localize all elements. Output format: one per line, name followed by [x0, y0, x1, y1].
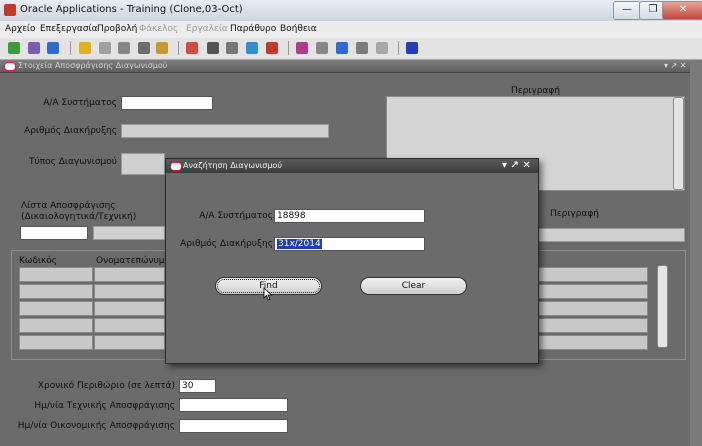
opening-list-field[interactable] [20, 226, 88, 240]
oracle-logo-icon [170, 162, 182, 171]
open-icon[interactable] [28, 42, 40, 54]
new-icon[interactable] [8, 42, 20, 54]
menu-tools[interactable]: Εργαλεία [186, 24, 228, 34]
toolbar [0, 38, 702, 60]
copy-icon[interactable] [207, 42, 219, 54]
description-cell[interactable] [538, 284, 648, 299]
toolbar-separator [398, 41, 399, 55]
menu-bar: Αρχείο Επεξεργασία Προβολή Φάκελος Εργαλ… [0, 21, 702, 39]
form-window-controls[interactable]: ▾ ↗ ✕ [664, 61, 687, 70]
name-column-header: Ονοματεπώνυμο [96, 256, 170, 266]
members-scrollbar[interactable] [657, 265, 668, 348]
system-id-label: Α/Α Συστήματος [43, 98, 117, 108]
code-cell[interactable] [19, 318, 93, 333]
save-proceed-icon[interactable] [138, 42, 150, 54]
form-scroll-area [690, 60, 702, 446]
help-icon[interactable] [406, 42, 418, 54]
name-cell[interactable] [94, 267, 165, 282]
window-title-bar: Oracle Applications - Training (Clone,03… [0, 0, 702, 22]
system-id-field[interactable] [121, 96, 213, 110]
name-cell[interactable] [94, 301, 165, 316]
name-cell[interactable] [94, 284, 165, 299]
menu-file[interactable]: Αρχείο [5, 24, 36, 34]
description-cell[interactable] [538, 318, 648, 333]
menu-window[interactable]: Παράθυρο [230, 24, 276, 34]
toolbar-separator [288, 41, 289, 55]
opening-list-label-line2: (Δικαιολογητικά/Τεχνική) [21, 212, 137, 222]
translations-icon[interactable] [336, 42, 348, 54]
paste-icon[interactable] [226, 42, 238, 54]
name-cell[interactable] [94, 335, 165, 350]
folder-tools-icon[interactable] [376, 42, 388, 54]
dialog-system-id-field[interactable]: 18898 [274, 209, 425, 223]
announcement-field[interactable] [121, 124, 329, 138]
dialog-window-controls[interactable]: ▾ ↗ ✕ [502, 160, 531, 171]
form-title: Στοιχεία Αποσφράγισης Διαγωνισμού [18, 61, 168, 70]
oracle-logo-icon [4, 62, 16, 71]
opening-list-desc-field[interactable] [93, 226, 165, 240]
description-cell[interactable] [538, 335, 648, 350]
toolbar-separator [70, 41, 71, 55]
oracle-app-icon [4, 4, 16, 16]
tech-opening-date-field[interactable] [179, 398, 288, 412]
search-dialog: Αναζήτηση Διαγωνισμού ▾ ↗ ✕ Α/Α Συστήματ… [165, 158, 539, 364]
time-margin-field[interactable]: 30 [179, 379, 216, 393]
menu-view[interactable]: Προβολή [97, 24, 137, 34]
description-scrollbar[interactable] [673, 97, 684, 190]
mouse-cursor-icon [263, 287, 273, 301]
attachments-icon[interactable] [356, 42, 368, 54]
code-cell[interactable] [19, 301, 93, 316]
tender-type-field[interactable] [121, 153, 165, 175]
cut-icon[interactable] [186, 42, 198, 54]
minimize-button[interactable]: — [613, 1, 641, 20]
window-title: Oracle Applications - Training (Clone,03… [20, 4, 243, 15]
zoom-icon[interactable] [156, 42, 168, 54]
print-icon[interactable] [99, 42, 111, 54]
announcement-label: Αριθμός Διακήρυξης [24, 126, 117, 136]
dialog-announcement-field[interactable]: 31x/2014 [274, 237, 425, 251]
toolbar-separator [178, 41, 179, 55]
close-form-icon[interactable] [118, 42, 130, 54]
zoom-record-icon[interactable] [316, 42, 328, 54]
code-column-header: Κωδικός [19, 256, 58, 266]
dialog-system-id-label: Α/Α Συστήματος [199, 211, 273, 221]
opening-list-label-line1: Λίστα Αποσφράγισης [21, 201, 116, 211]
edit-field-icon[interactable] [296, 42, 308, 54]
delete-record-icon[interactable] [266, 42, 278, 54]
save-icon[interactable] [47, 42, 59, 54]
dialog-title: Αναζήτηση Διαγωνισμού [183, 161, 282, 170]
form-header: Στοιχεία Αποσφράγισης Διαγωνισμού ▾ ↗ ✕ [0, 60, 690, 73]
menu-help[interactable]: Βοήθεια [280, 24, 317, 34]
description-cell[interactable] [538, 301, 648, 316]
navigator-icon[interactable] [79, 42, 91, 54]
description-label-2: Περιγραφή [550, 209, 600, 219]
time-margin-label: Χρονικό Περιθώριο (σε λεπτά) [37, 381, 175, 391]
fin-opening-date-field[interactable] [179, 419, 288, 433]
tender-type-label: Τύπος Διαγωνισμού [29, 157, 117, 167]
code-cell[interactable] [19, 335, 93, 350]
name-cell[interactable] [94, 318, 165, 333]
close-window-button[interactable]: ✕ [662, 1, 702, 20]
fin-opening-date-label: Ημ/νία Οικονομικής Αποσφράγισης [17, 421, 175, 431]
announcement-selected-text: 31x/2014 [277, 239, 322, 249]
tech-opening-date-label: Ημ/νία Τεχνικής Αποσφράγισης [34, 401, 175, 411]
menu-edit[interactable]: Επεξεργασία [40, 24, 98, 34]
dialog-title-bar: Αναζήτηση Διαγωνισμού ▾ ↗ ✕ [166, 159, 538, 173]
menu-folder[interactable]: Φάκελος [139, 24, 178, 34]
clear-button[interactable]: Clear [360, 277, 467, 295]
code-cell[interactable] [19, 267, 93, 282]
description-field-2[interactable] [538, 228, 685, 242]
description-label: Περιγραφή [511, 86, 561, 96]
code-cell[interactable] [19, 284, 93, 299]
new-record-icon[interactable] [246, 42, 258, 54]
description-cell[interactable] [538, 267, 648, 282]
dialog-announcement-label: Αριθμός Διακήρυξης [180, 239, 273, 249]
